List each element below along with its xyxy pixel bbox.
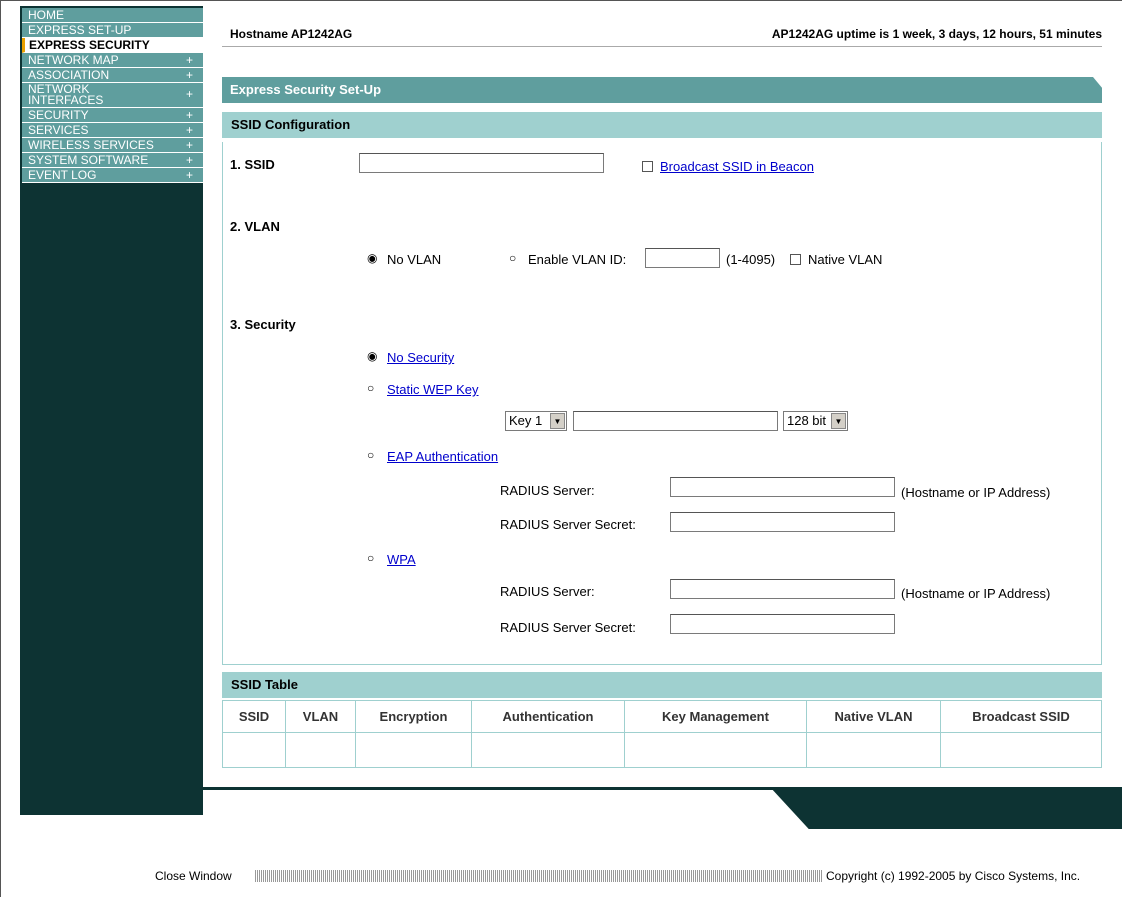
no-security-radio[interactable]: ◉: [367, 349, 377, 363]
expand-icon[interactable]: +: [186, 108, 193, 122]
close-window-link[interactable]: Close Window: [155, 869, 232, 883]
vlan-label: 2. VLAN: [230, 219, 280, 234]
native-vlan-checkbox[interactable]: [790, 254, 801, 265]
sidebar-item-network-map[interactable]: NETWORK MAP +: [22, 53, 203, 68]
column-header-vlan: VLAN: [285, 700, 356, 733]
uptime-label: AP1242AG uptime is 1 week, 3 days, 12 ho…: [771, 27, 1102, 41]
column-header-key-management: Key Management: [624, 700, 807, 733]
no-security-link[interactable]: No Security: [387, 350, 454, 365]
eap-auth-radio[interactable]: ○: [367, 448, 374, 462]
chevron-down-icon: ▼: [831, 413, 846, 429]
eap-radius-server-label: RADIUS Server:: [500, 483, 595, 498]
sidebar-item-network-interfaces[interactable]: NETWORK INTERFACES +: [22, 83, 203, 108]
panel-title: Express Security Set-Up: [222, 77, 1103, 103]
ssid-config-header: SSID Configuration: [222, 112, 1102, 138]
footer-wedge: [770, 787, 1122, 829]
footer-dotted-rule: [255, 870, 823, 882]
column-header-encryption: Encryption: [355, 700, 472, 733]
no-vlan-label: No VLAN: [387, 252, 442, 267]
eap-radius-server-input[interactable]: [670, 477, 895, 497]
hostname-label: Hostname AP1242AG: [230, 27, 353, 41]
broadcast-ssid-checkbox[interactable]: [642, 161, 653, 172]
eap-auth-link[interactable]: EAP Authentication: [387, 449, 498, 464]
column-header-broadcast-ssid: Broadcast SSID: [940, 700, 1102, 733]
column-header-authentication: Authentication: [471, 700, 625, 733]
security-label: 3. Security: [230, 317, 296, 332]
copyright-text: Copyright (c) 1992-2005 by Cisco Systems…: [826, 869, 1081, 883]
sidebar-item-services[interactable]: SERVICES +: [22, 123, 203, 138]
table-row: [222, 732, 1102, 768]
vlan-range-label: (1-4095): [726, 252, 776, 267]
chevron-down-icon: ▼: [550, 413, 565, 429]
table-header-row: SSID VLAN Encryption Authentication Key …: [222, 700, 1102, 733]
static-wep-link[interactable]: Static WEP Key: [387, 382, 479, 397]
ssid-table-header: SSID Table: [222, 672, 1102, 698]
key-select[interactable]: Key 1 ▼: [505, 411, 567, 431]
expand-icon[interactable]: +: [186, 153, 193, 167]
key-size-select[interactable]: 128 bit ▼: [783, 411, 848, 431]
ssid-table: SSID VLAN Encryption Authentication Key …: [222, 700, 1102, 768]
wpa-radius-server-label: RADIUS Server:: [500, 584, 595, 599]
sidebar-item-wireless-services[interactable]: WIRELESS SERVICES +: [22, 138, 203, 153]
no-vlan-radio[interactable]: ◉: [367, 251, 377, 265]
wpa-hostname-hint: (Hostname or IP Address): [901, 586, 1051, 601]
enable-vlan-radio[interactable]: ○: [509, 251, 516, 265]
ssid-input[interactable]: [359, 153, 604, 173]
sidebar-item-security[interactable]: SECURITY +: [22, 108, 203, 123]
eap-radius-secret-label: RADIUS Server Secret:: [500, 517, 636, 532]
column-header-ssid: SSID: [222, 700, 286, 733]
wpa-radius-secret-input[interactable]: [670, 614, 895, 634]
static-wep-radio[interactable]: ○: [367, 381, 374, 395]
wpa-link[interactable]: WPA: [387, 552, 416, 567]
header-divider: [222, 46, 1102, 47]
wep-key-input[interactable]: [573, 411, 778, 431]
broadcast-ssid-link[interactable]: Broadcast SSID in Beacon: [660, 159, 814, 174]
eap-radius-secret-input[interactable]: [670, 512, 895, 532]
sidebar-item-system-software[interactable]: SYSTEM SOFTWARE +: [22, 153, 203, 168]
expand-icon[interactable]: +: [186, 88, 193, 100]
ssid-label: 1. SSID: [230, 157, 275, 172]
expand-icon[interactable]: +: [186, 138, 193, 152]
native-vlan-label: Native VLAN: [808, 252, 883, 267]
sidebar-item-association[interactable]: ASSOCIATION +: [22, 68, 203, 83]
eap-hostname-hint: (Hostname or IP Address): [901, 485, 1051, 500]
enable-vlan-label: Enable VLAN ID:: [528, 252, 627, 267]
wpa-radius-server-input[interactable]: [670, 579, 895, 599]
expand-icon[interactable]: +: [186, 68, 193, 82]
wpa-radius-secret-label: RADIUS Server Secret:: [500, 620, 636, 635]
vlan-id-input[interactable]: [645, 248, 720, 268]
sidebar-nav: HOME EXPRESS SET-UP EXPRESS SECURITY NET…: [22, 8, 203, 183]
sidebar-item-express-setup[interactable]: EXPRESS SET-UP: [22, 23, 203, 38]
sidebar-item-express-security[interactable]: EXPRESS SECURITY: [22, 38, 203, 53]
expand-icon[interactable]: +: [186, 123, 193, 137]
wpa-radio[interactable]: ○: [367, 551, 374, 565]
sidebar-item-event-log[interactable]: EVENT LOG +: [22, 168, 203, 183]
expand-icon[interactable]: +: [186, 53, 193, 67]
sidebar-item-home[interactable]: HOME: [22, 8, 203, 23]
expand-icon[interactable]: +: [186, 168, 193, 182]
column-header-native-vlan: Native VLAN: [806, 700, 941, 733]
